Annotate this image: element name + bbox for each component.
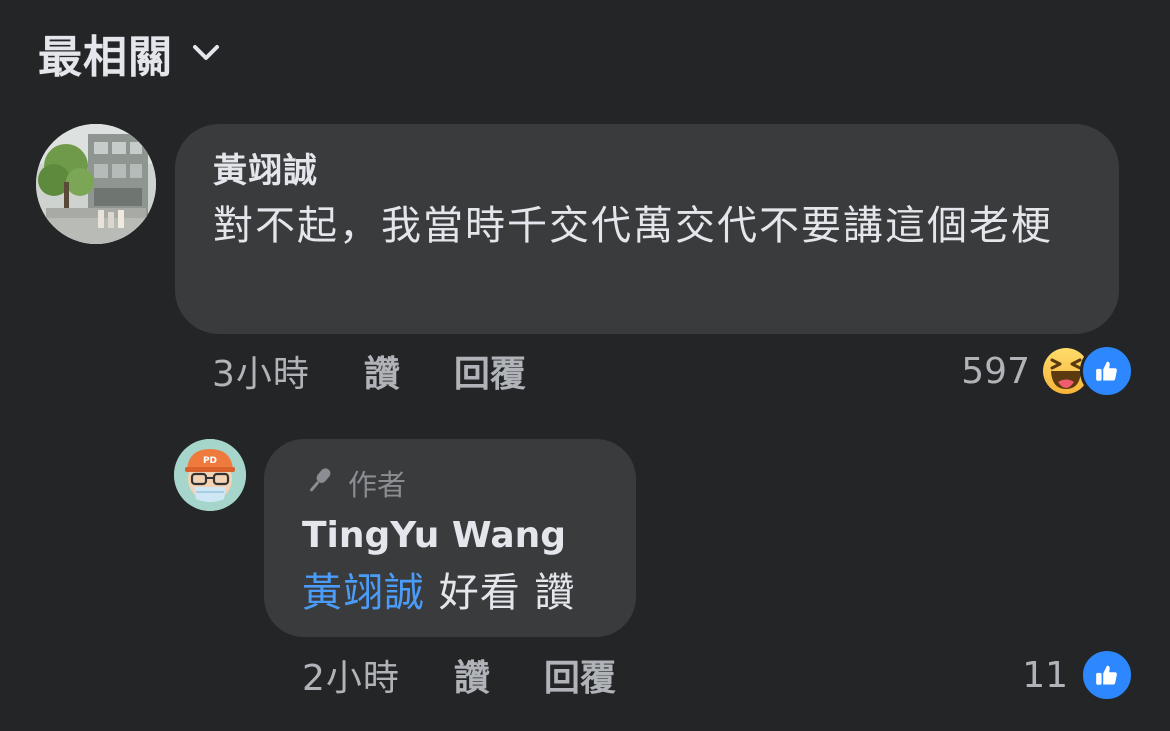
sort-dropdown[interactable]: 最相關 <box>38 22 221 84</box>
reaction-count: 597 <box>961 350 1030 392</box>
author-badge-label: 作者 <box>348 468 407 502</box>
svg-text:PD: PD <box>203 456 217 466</box>
reply-actions: 2小時 讚 回覆 <box>302 650 616 700</box>
mention-link[interactable]: 黃翊誠 <box>302 570 425 616</box>
reply-bubble: 作者 TingYu Wang 黃翊誠 好看 讚 <box>264 439 636 637</box>
comment-author[interactable]: 黃翊誠 <box>213 150 1085 192</box>
reply-button[interactable]: 回覆 <box>454 345 526 397</box>
reply-text: 黃翊誠 好看 讚 <box>302 563 600 623</box>
comment-text: 對不起，我當時千交代萬交代不要講這個老梗 <box>213 203 1053 249</box>
reply-button[interactable]: 回覆 <box>544 649 616 701</box>
comment-actions: 3小時 讚 回覆 <box>212 346 526 396</box>
microphone-icon <box>302 464 336 502</box>
avatar-illustration: PD <box>174 439 246 511</box>
reply-timestamp[interactable]: 2小時 <box>302 649 400 701</box>
avatar-photo <box>36 124 156 244</box>
sort-label: 最相關 <box>38 32 173 83</box>
comments-panel: 最相關 黃翊誠 對不起，我當時千交代萬交代不要講這個老梗 3小時 讚 回覆 59… <box>0 0 1170 731</box>
reaction-count: 11 <box>1022 654 1068 696</box>
like-button[interactable]: 讚 <box>454 649 490 701</box>
like-button[interactable]: 讚 <box>364 345 400 397</box>
like-icon <box>1080 648 1134 702</box>
author-badge: 作者 <box>302 463 600 503</box>
avatar[interactable] <box>36 124 156 244</box>
comment-timestamp[interactable]: 3小時 <box>212 345 310 397</box>
comment-bubble: 黃翊誠 對不起，我當時千交代萬交代不要講這個老梗 <box>175 124 1119 334</box>
like-icon <box>1080 344 1134 398</box>
reply-body: 好看 讚 <box>425 570 576 616</box>
reaction-summary[interactable]: 597 <box>961 344 1134 398</box>
chevron-down-icon <box>191 38 221 68</box>
reaction-summary[interactable]: 11 <box>1022 648 1134 702</box>
avatar[interactable]: PD <box>174 439 246 511</box>
reply-author[interactable]: TingYu Wang <box>302 513 600 559</box>
